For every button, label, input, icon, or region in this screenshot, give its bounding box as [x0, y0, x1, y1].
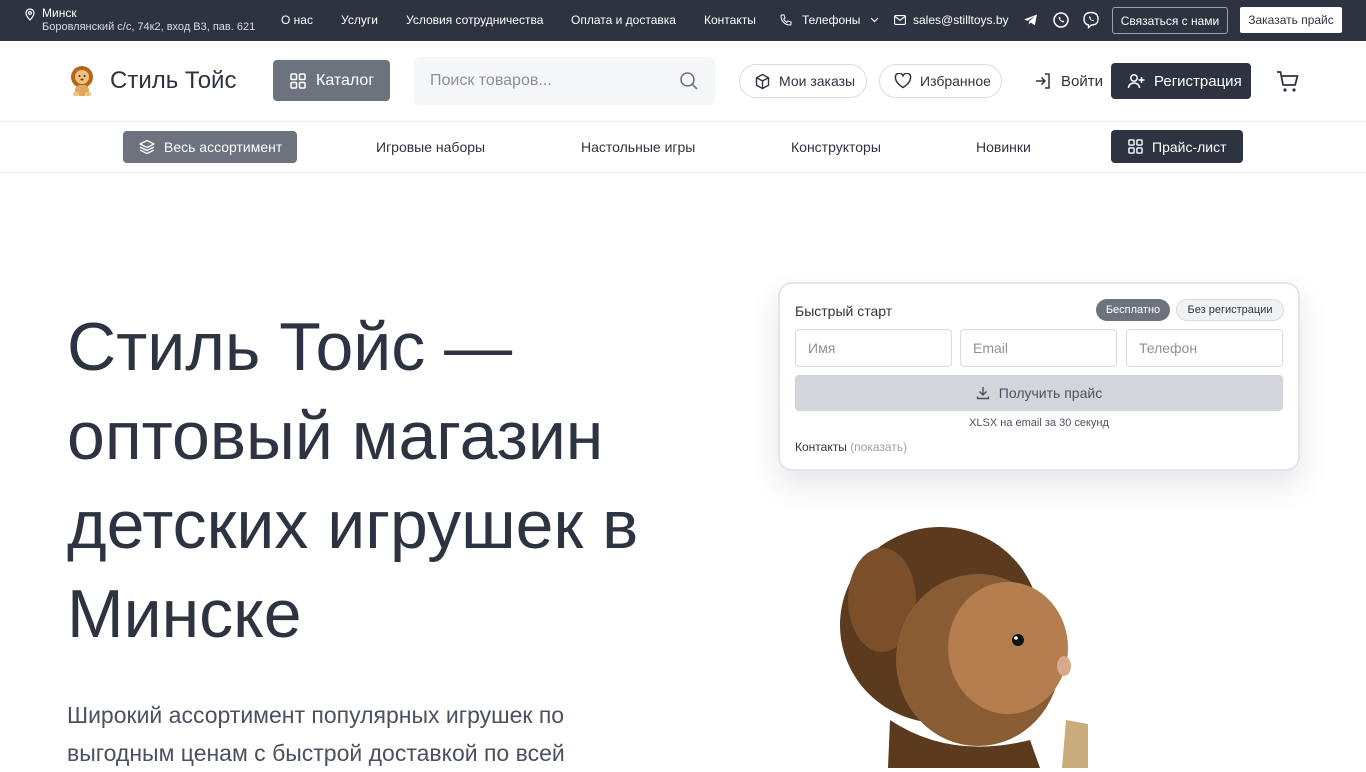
top-bar: Минск Боровлянский с/с, 74к2, вход В3, п… — [0, 0, 1366, 41]
contacts-show-link[interactable]: (показать) — [850, 440, 907, 454]
grid-icon — [290, 72, 306, 89]
register-label: Регистрация — [1154, 72, 1242, 90]
top-link-services[interactable]: Услуги — [341, 13, 378, 27]
search-input[interactable]: Поиск товаров... — [414, 57, 715, 105]
login-button[interactable]: Войти — [1034, 72, 1103, 90]
format-note: XLSX на email за 30 секунд — [969, 417, 1109, 429]
chevron-down-icon — [870, 17, 879, 23]
catalog-button[interactable]: Каталог — [273, 60, 390, 101]
favorites-button[interactable]: Избранное — [879, 64, 1002, 98]
telegram-icon[interactable] — [1022, 11, 1040, 29]
all-assortment-button[interactable]: Весь ассортимент — [123, 131, 297, 163]
phone-icon — [780, 14, 792, 26]
quick-start-form: Быстрый старт Бесплатно Без регистрации … — [778, 282, 1300, 471]
login-label: Войти — [1061, 72, 1103, 90]
top-link-about[interactable]: О нас — [281, 13, 313, 27]
catalog-label: Каталог — [316, 71, 375, 89]
my-orders-label: Мои заказы — [779, 73, 856, 89]
mail-icon — [894, 15, 906, 25]
top-link-payment-delivery[interactable]: Оплата и доставка — [571, 13, 676, 27]
top-link-contacts[interactable]: Контакты — [704, 13, 756, 27]
free-badge: Бесплатно — [1096, 299, 1170, 321]
hero-subtitle: Широкий ассортимент популярных игрушек п… — [67, 702, 565, 766]
viber-icon[interactable] — [1082, 11, 1100, 29]
location-pin-icon — [25, 8, 35, 21]
cart-icon[interactable] — [1276, 70, 1300, 94]
pricelist-button[interactable]: Прайс-лист — [1111, 130, 1243, 163]
top-link-terms[interactable]: Условия сотрудничества — [406, 13, 543, 27]
nav-item-new[interactable]: Новинки — [976, 139, 1031, 155]
phone-field[interactable]: Телефон — [1126, 329, 1283, 367]
register-button[interactable]: Регистрация — [1111, 63, 1251, 99]
email-link[interactable]: sales@stilltoys.by — [894, 13, 1009, 27]
login-icon — [1036, 73, 1050, 89]
nav-item-play-sets[interactable]: Игровые наборы — [376, 139, 485, 155]
plush-monkey-image — [840, 527, 1088, 768]
location-city: Минск — [42, 6, 77, 20]
phones-label: Телефоны — [802, 13, 861, 27]
contacts-label: Контакты — [795, 440, 847, 454]
category-nav: Весь ассортимент Игровые наборы Настольн… — [0, 122, 1366, 173]
hero-title: Стиль Тойс — оптовый магазин детских игр… — [67, 309, 639, 652]
name-field[interactable]: Имя — [795, 329, 952, 367]
main-header: Стиль Тойс Каталог Поиск товаров... Мои … — [0, 41, 1366, 122]
location[interactable]: Минск Боровлянский с/с, 74к2, вход В3, п… — [24, 6, 255, 34]
contacts-toggle[interactable]: Контакты (показать) — [795, 440, 907, 454]
favorites-label: Избранное — [920, 73, 991, 89]
order-price-button[interactable]: Заказать прайс — [1240, 7, 1342, 33]
search-placeholder: Поиск товаров... — [430, 72, 552, 89]
search-icon[interactable] — [679, 71, 699, 91]
nav-item-board-games[interactable]: Настольные игры — [581, 139, 695, 155]
all-assortment-label: Весь ассортимент — [164, 139, 283, 155]
grid-icon — [1128, 139, 1143, 154]
no-registration-badge: Без регистрации — [1176, 299, 1284, 321]
logo-text: Стиль Тойс — [110, 67, 237, 94]
download-icon — [976, 387, 989, 400]
my-orders-button[interactable]: Мои заказы — [739, 64, 867, 98]
get-price-button[interactable]: Получить прайс — [795, 375, 1283, 411]
user-plus-icon — [1127, 74, 1145, 89]
logo[interactable]: Стиль Тойс — [66, 65, 236, 97]
pricelist-label: Прайс-лист — [1152, 138, 1227, 155]
email-field[interactable]: Email — [960, 329, 1117, 367]
nav-item-constructors[interactable]: Конструкторы — [791, 139, 881, 155]
package-icon — [755, 73, 770, 89]
whatsapp-icon[interactable] — [1052, 11, 1070, 29]
quick-start-title: Быстрый старт — [795, 303, 893, 319]
lion-logo-icon — [71, 66, 93, 96]
layers-icon — [139, 139, 155, 155]
location-address: Боровлянский с/с, 74к2, вход В3, пав. 62… — [42, 21, 256, 33]
get-price-label: Получить прайс — [998, 385, 1103, 401]
email-text: sales@stilltoys.by — [913, 13, 1009, 27]
phones-dropdown[interactable]: Телефоны — [780, 13, 879, 27]
contact-us-button[interactable]: Связаться с нами — [1112, 7, 1228, 34]
heart-icon — [894, 73, 912, 89]
